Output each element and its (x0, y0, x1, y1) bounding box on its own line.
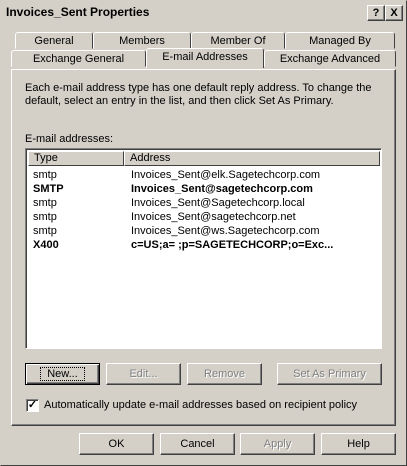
address-value: Invoices_Sent@ws.Sagetechcorp.com (131, 225, 320, 237)
properties-dialog: Invoices_Sent Properties ? X General Mem… (0, 0, 407, 466)
list-item[interactable]: smtp Invoices_Sent@sagetechcorp.net (28, 211, 378, 225)
column-header-address[interactable]: Address (124, 151, 380, 166)
list-item[interactable]: smtp Invoices_Sent@ws.Sagetechcorp.com (28, 225, 378, 239)
tab-exchange-general[interactable]: Exchange General (11, 50, 146, 67)
address-type: smtp (33, 169, 57, 181)
email-address-list[interactable]: Type Address smtp Invoices_Sent@elk.Sage… (25, 148, 382, 349)
list-item[interactable]: SMTP Invoices_Sent@sagetechcorp.com (28, 183, 378, 197)
address-type: smtp (33, 225, 57, 237)
tab-general[interactable]: General (15, 32, 93, 49)
tab-member-of[interactable]: Member Of (191, 32, 285, 49)
apply-button[interactable]: Apply (240, 433, 315, 455)
address-type: X400 (33, 239, 59, 251)
list-item[interactable]: smtp Invoices_Sent@Sagetechcorp.local (28, 197, 378, 211)
remove-button[interactable]: Remove (187, 363, 262, 385)
tab-exchange-advanced[interactable]: Exchange Advanced (264, 50, 396, 67)
tab-members[interactable]: Members (93, 32, 191, 49)
tab-email-addresses[interactable]: E-mail Addresses (146, 48, 264, 68)
address-value: Invoices_Sent@sagetechcorp.com (131, 183, 313, 195)
help-icon[interactable]: ? (367, 5, 385, 21)
auto-update-checkbox[interactable]: ✓ (26, 399, 39, 412)
address-type: SMTP (33, 183, 64, 195)
cancel-button[interactable]: Cancel (160, 433, 235, 455)
address-value: Invoices_Sent@elk.Sagetechcorp.com (131, 169, 321, 181)
email-addresses-label: E-mail addresses: (25, 133, 114, 145)
window-title: Invoices_Sent Properties (6, 5, 150, 19)
auto-update-label: Automatically update e-mail addresses ba… (44, 399, 358, 411)
help-button[interactable]: Help (321, 433, 396, 455)
address-value: Invoices_Sent@Sagetechcorp.local (131, 197, 305, 209)
new-button[interactable]: New... (25, 363, 100, 385)
column-header-type[interactable]: Type (28, 151, 124, 166)
set-as-primary-button[interactable]: Set As Primary (277, 363, 382, 385)
new-button-label: New... (40, 367, 85, 381)
address-value: Invoices_Sent@sagetechcorp.net (131, 211, 296, 223)
description-text: Each e-mail address type has one default… (25, 82, 372, 107)
address-type: smtp (33, 211, 57, 223)
list-item[interactable]: smtp Invoices_Sent@elk.Sagetechcorp.com (28, 169, 378, 183)
list-item[interactable]: X400 c=US;a= ;p=SAGETECHCORP;o=Exc... (28, 239, 378, 253)
title-bar[interactable]: Invoices_Sent Properties ? X (3, 3, 404, 21)
address-value: c=US;a= ;p=SAGETECHCORP;o=Exc... (131, 239, 334, 251)
tab-managed-by[interactable]: Managed By (285, 32, 395, 49)
edit-button[interactable]: Edit... (106, 363, 181, 385)
address-type: smtp (33, 197, 57, 209)
ok-button[interactable]: OK (79, 433, 154, 455)
close-icon[interactable]: X (385, 5, 403, 21)
